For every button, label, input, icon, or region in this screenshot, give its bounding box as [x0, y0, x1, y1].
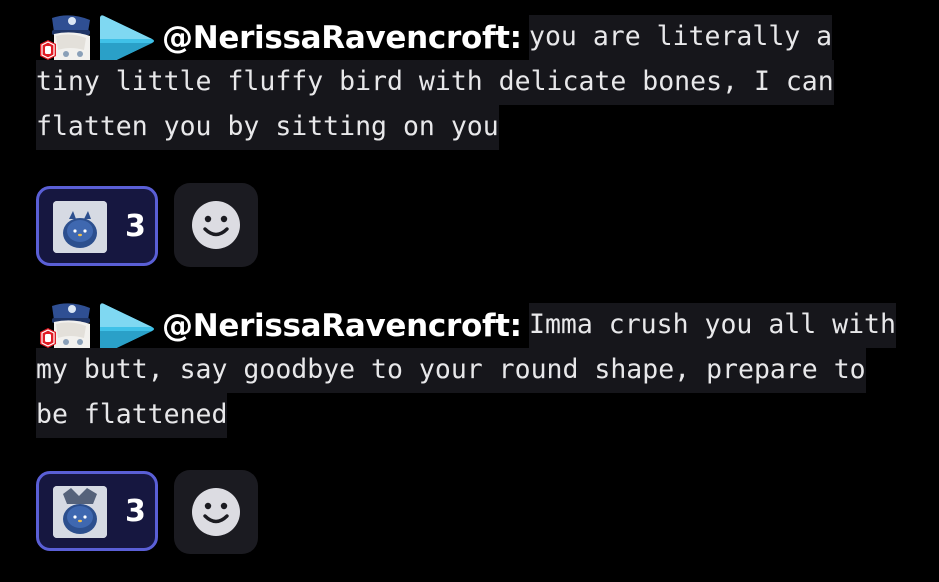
add-reaction-button[interactable]: [174, 183, 258, 267]
message-text: you are literally a tiny little fluffy b…: [36, 14, 906, 150]
smiley-face-icon: [192, 488, 240, 536]
add-reaction-button[interactable]: [174, 470, 258, 554]
reaction-button[interactable]: 3: [36, 186, 158, 266]
message-text: Imma crush you all with my butt, say goo…: [36, 302, 906, 438]
fluffy-bird-emoji-icon: [53, 486, 107, 538]
chat-message: @NerissaRavencroft: you are literally a …: [0, 0, 939, 280]
reaction-count: 3: [125, 209, 146, 244]
fluffy-bird-emoji-icon: [53, 201, 107, 253]
chat-message: @NerissaRavencroft: Imma crush you all w…: [0, 288, 939, 578]
smiley-face-icon: [192, 201, 240, 249]
reaction-button[interactable]: 3: [36, 471, 158, 551]
reaction-count: 3: [125, 494, 146, 529]
